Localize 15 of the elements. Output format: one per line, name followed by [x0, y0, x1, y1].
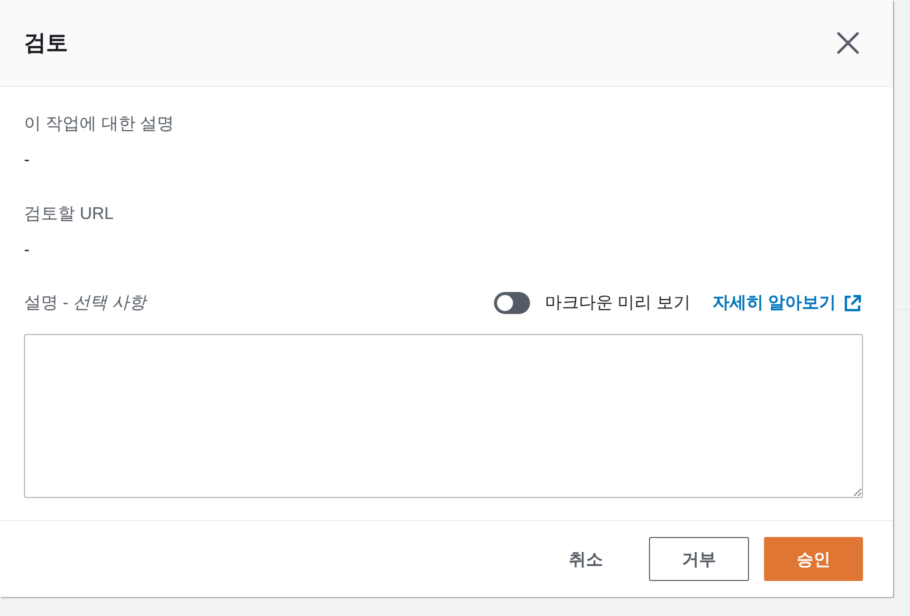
field-label: 이 작업에 대한 설명: [24, 113, 176, 135]
toggle-label: 마크다운 미리 보기: [544, 292, 690, 314]
close-icon: [837, 32, 859, 54]
cancel-button[interactable]: 취소: [549, 537, 623, 581]
field-label: 설명 - 선택 사항: [24, 292, 146, 314]
comment-field[interactable]: [24, 334, 863, 498]
reject-button[interactable]: 거부: [649, 537, 749, 581]
learn-more-link[interactable]: 자세히 알아보기: [712, 291, 861, 315]
close-button[interactable]: [837, 32, 859, 54]
markdown-toggle[interactable]: [494, 292, 530, 314]
external-link-icon: [844, 294, 861, 312]
field-value: -: [24, 239, 31, 261]
dialog-title: 검토: [24, 29, 68, 57]
field-label: 검토할 URL: [24, 203, 115, 225]
field-value: -: [24, 149, 31, 171]
